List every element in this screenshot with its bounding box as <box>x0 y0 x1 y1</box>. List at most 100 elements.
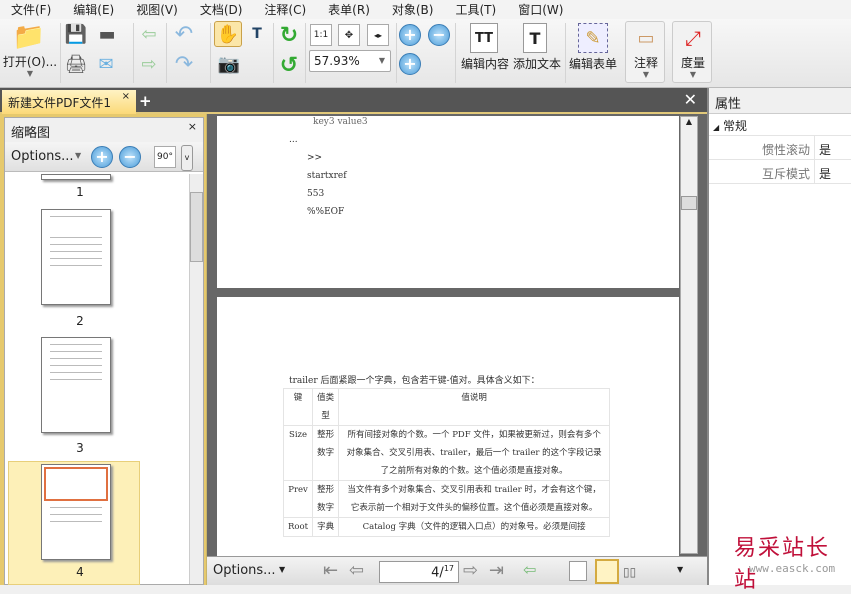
thumb-zoom-out-icon[interactable]: − <box>119 146 141 168</box>
save-icon[interactable]: 💾 <box>64 22 88 46</box>
undo-icon[interactable]: ↶ <box>170 22 198 47</box>
measure-icon: ⤢ <box>685 26 701 50</box>
menu-edit[interactable]: 编辑(E) <box>62 0 125 19</box>
fit-width-icon[interactable]: ◂▸ <box>367 24 389 46</box>
toolbar: 📁 打开(O)... ▼ 💾 ▬ 🖨 ✉ ⇦ ⇨ ↶ ↷ ✋ T 📷 ↻ ↺ 1… <box>0 19 851 88</box>
continuous-page-icon[interactable] <box>595 559 619 584</box>
view-options-button[interactable]: Options... <box>213 563 276 578</box>
open-dropdown-icon[interactable]: ▼ <box>22 69 38 78</box>
measure-label: 度量 <box>680 56 705 70</box>
add-text-icon[interactable]: T <box>523 23 547 53</box>
page-number: 1 <box>76 185 84 199</box>
measure-button[interactable]: ⤢ 度量 ▼ <box>672 21 712 83</box>
fit-page-icon[interactable]: ✥ <box>338 24 360 46</box>
print-icon[interactable]: 🖨 <box>64 52 88 76</box>
rotate-90-button[interactable]: 90° <box>154 146 176 168</box>
annotate-button[interactable]: ▭ 注释 ▼ <box>625 21 665 83</box>
page-forward-icon[interactable]: ⇨ <box>138 52 160 76</box>
properties-title: 属性 <box>709 88 851 114</box>
zoom-in-icon[interactable]: + <box>399 53 421 75</box>
group-label: 常规 <box>722 119 747 133</box>
thumbnail-page-1[interactable] <box>41 174 111 180</box>
chevron-down-icon: ▼ <box>378 56 385 65</box>
menu-tools[interactable]: 工具(T) <box>444 0 507 19</box>
document-tab[interactable]: 新建文件PDF文件1 × <box>2 90 136 114</box>
menu-object[interactable]: 对象(B) <box>381 0 445 19</box>
single-page-icon[interactable] <box>569 561 587 581</box>
annotate-label: 注释 <box>633 56 658 70</box>
page-number: 3 <box>76 441 84 455</box>
chevron-down-icon[interactable]: ▼ <box>279 565 285 574</box>
page-text: key3 value3 ... >> startxref 553 %%EOF <box>289 117 368 217</box>
chevron-down-icon[interactable]: ▼ <box>677 565 683 574</box>
page-3: key3 value3 ... >> startxref 553 %%EOF <box>217 116 679 288</box>
page-back-icon[interactable]: ⇦ <box>138 22 160 46</box>
menu-view[interactable]: 视图(V) <box>125 0 189 19</box>
total-pages: 17 <box>443 564 454 573</box>
snapshot-icon[interactable]: 📷 <box>216 52 242 76</box>
previous-view-icon[interactable]: ⇦ <box>523 560 536 579</box>
table-row: Root 字典 Catalog 字典（文件的逻辑入口点）的对象号。必须是间接 <box>282 517 610 537</box>
page-number-input[interactable]: 4/17 <box>379 561 459 583</box>
email-icon[interactable]: ✉ <box>92 52 120 76</box>
open-button[interactable]: 打开(O)... <box>2 53 58 70</box>
close-document-icon[interactable]: ✕ <box>684 90 697 109</box>
table-row: Size 整形数字 所有间接对象的个数。一个 PDF 文件，如果被更新过，则会有多个… <box>282 425 610 481</box>
rotate-ccw-icon[interactable]: ↺ <box>276 52 302 78</box>
table-row: Prev 整形数字 当文件有多个对象集合、交叉引用表和 trailer 时，才会有这… <box>282 480 610 518</box>
actual-size-icon[interactable]: 1:1 <box>310 24 332 46</box>
menu-document[interactable]: 文档(D) <box>189 0 254 19</box>
zoom-out-icon[interactable]: − <box>428 24 450 46</box>
first-page-icon[interactable]: ⇤ <box>323 560 338 581</box>
menu-comment[interactable]: 注释(C) <box>253 0 317 19</box>
menu-window[interactable]: 窗口(W) <box>507 0 574 19</box>
hand-tool-icon[interactable]: ✋ <box>214 21 242 47</box>
thumbnail-page-3[interactable] <box>41 337 111 433</box>
document-scrollbar[interactable]: ▲ <box>680 116 698 554</box>
new-tab-button[interactable]: + <box>139 92 152 110</box>
scanner-icon[interactable]: ▬ <box>92 22 122 46</box>
zoom-select[interactable]: 57.93% ▼ <box>309 50 391 72</box>
close-tab-icon[interactable]: × <box>122 91 130 102</box>
thumbnails-panel: 缩略图 × Options... ▼ + − 90° v 1 2 3 4 <box>0 114 206 585</box>
tab-title: 新建文件PDF文件1 <box>8 96 112 110</box>
add-text-button[interactable]: 添加文本 <box>511 55 563 72</box>
select-text-icon[interactable]: T <box>244 21 270 47</box>
thumbnail-selected[interactable]: 4 <box>8 461 140 585</box>
collapse-triangle-icon: ◢ <box>713 123 720 132</box>
menu-bar: 文件(F) 编辑(E) 视图(V) 文档(D) 注释(C) 表单(R) 对象(B… <box>0 0 851 19</box>
trailer-table: 键值类型 值说明 Size 整形数字 所有间接对象的个数。一个 PDF 文件，如果被更… <box>282 388 610 537</box>
previous-page-icon[interactable]: ⇦ <box>349 560 364 581</box>
zoom-value: 57.93% <box>314 54 360 68</box>
thumb-options-button[interactable]: Options... <box>11 149 74 164</box>
edit-form-icon[interactable]: ✎ <box>578 23 608 53</box>
edit-form-button[interactable]: 编辑表单 <box>567 55 619 72</box>
chevron-down-icon[interactable]: ▼ <box>75 151 81 160</box>
navigation-bar: Options... ▼ ⇤ ⇦ 4/17 ⇨ ⇥ ⇦ ▯▯ ▼ <box>207 556 708 585</box>
menu-form[interactable]: 表单(R) <box>317 0 381 19</box>
document-tab-bar: 新建文件PDF文件1 × + ✕ <box>0 88 707 114</box>
last-page-icon[interactable]: ⇥ <box>489 560 504 581</box>
properties-panel: 属性 ◢ 常规 惯性滚动是 互斥模式是 易采站长站 www.easck.com <box>707 88 851 593</box>
chevron-down-icon: ▼ <box>642 70 650 79</box>
two-page-icon[interactable]: ▯▯ <box>623 565 636 579</box>
property-group[interactable]: ◢ 常规 <box>709 114 851 136</box>
menu-file[interactable]: 文件(F) <box>0 0 62 19</box>
thumbnail-page-4[interactable] <box>41 464 111 560</box>
edit-content-button[interactable]: 编辑内容 <box>458 55 512 72</box>
property-row[interactable]: 互斥模式是 <box>709 160 851 184</box>
next-page-icon[interactable]: ⇨ <box>463 560 478 581</box>
redo-icon[interactable]: ↷ <box>170 52 198 77</box>
chevron-down-icon[interactable]: v <box>181 145 193 171</box>
thumbnail-page-2[interactable] <box>41 209 111 305</box>
thumb-zoom-in-icon[interactable]: + <box>91 146 113 168</box>
open-folder-icon[interactable]: 📁 <box>12 22 46 52</box>
chevron-down-icon: ▼ <box>689 70 697 79</box>
rotate-cw-icon[interactable]: ↻ <box>276 22 302 48</box>
property-row[interactable]: 惯性滚动是 <box>709 136 851 160</box>
watermark-url: www.easck.com <box>749 562 836 575</box>
thumbnail-scrollbar[interactable] <box>189 174 203 584</box>
edit-content-icon[interactable]: TT <box>470 23 498 53</box>
zoom-in-magnifier-icon[interactable]: + <box>399 24 421 46</box>
close-panel-icon[interactable]: × <box>188 120 197 133</box>
